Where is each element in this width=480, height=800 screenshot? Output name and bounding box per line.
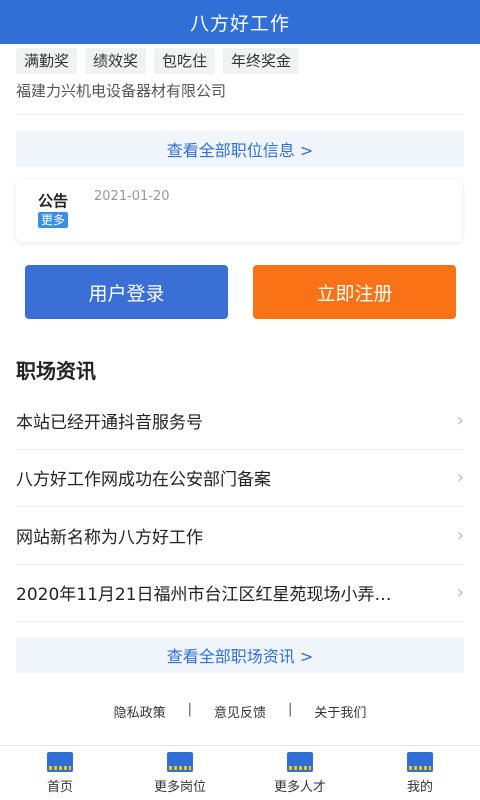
section-title-news: 职场资讯	[16, 359, 96, 383]
chevron-right-icon: ›	[456, 582, 464, 604]
news-item-title: 2020年11月21日福州市台江区红星苑现场小弄…	[16, 585, 392, 606]
page-title: 八方好工作	[189, 12, 290, 35]
chevron-right-icon: ›	[456, 467, 464, 489]
nav-label: 更多岗位	[153, 779, 206, 795]
news-item-title: 八方好工作网成功在公安部门备案	[16, 470, 271, 491]
notice-more-badge[interactable]: 更多	[38, 212, 69, 228]
news-list-item[interactable]: 本站已经开通抖音服务号 ›	[16, 392, 464, 450]
news-item-title: 网站新名称为八方好工作	[16, 527, 203, 548]
bottom-nav: 首页 更多岗位 更多人才 我的	[0, 745, 480, 800]
notice-label: 公告	[38, 192, 69, 210]
app-logo-icon	[167, 751, 193, 772]
news-item-title: 本站已经开通抖音服务号	[16, 412, 203, 433]
nav-item-home[interactable]: 首页	[10, 751, 110, 795]
app-logo-icon	[407, 751, 433, 772]
benefit-tag: 绩效奖	[85, 48, 147, 74]
view-all-news-button[interactable]: 查看全部职场资讯 >	[16, 637, 464, 673]
login-button[interactable]: 用户登录	[25, 265, 228, 319]
notice-card[interactable]: 公告 更多 2021-01-20	[16, 180, 462, 242]
app-logo-icon	[47, 751, 73, 772]
nav-label: 我的	[406, 779, 433, 795]
footer-separator: |	[288, 702, 293, 717]
app-header: 八方好工作	[0, 0, 480, 44]
footer-links: 隐私政策 | 意见反馈 | 关于我们	[0, 702, 480, 721]
divider	[16, 114, 464, 115]
chevron-right-icon: ›	[456, 409, 464, 431]
benefit-tag: 满勤奖	[16, 48, 78, 74]
nav-item-more-talents[interactable]: 更多人才	[250, 751, 350, 795]
nav-item-more-jobs[interactable]: 更多岗位	[130, 751, 230, 795]
footer-separator: |	[187, 702, 192, 717]
view-all-jobs-button[interactable]: 查看全部职位信息 >	[16, 131, 464, 167]
chevron-right-icon: ›	[456, 524, 464, 546]
notice-date: 2021-01-20	[94, 189, 170, 204]
news-list-item[interactable]: 网站新名称为八方好工作 ›	[16, 507, 464, 565]
news-list-item[interactable]: 八方好工作网成功在公安部门备案 ›	[16, 450, 464, 507]
nav-label: 首页	[46, 779, 73, 795]
benefit-tag: 年终奖金	[223, 48, 300, 74]
news-list-item[interactable]: 2020年11月21日福州市台江区红星苑现场小弄… ›	[16, 565, 464, 622]
news-list: 本站已经开通抖音服务号 › 八方好工作网成功在公安部门备案 › 网站新名称为八方…	[16, 392, 464, 622]
feedback-link[interactable]: 意见反馈	[214, 702, 266, 721]
nav-item-mine[interactable]: 我的	[370, 751, 470, 795]
about-us-link[interactable]: 关于我们	[314, 702, 366, 721]
register-button[interactable]: 立即注册	[253, 265, 456, 319]
job-benefit-tags: 满勤奖 绩效奖 包吃住 年终奖金	[16, 48, 300, 74]
benefit-tag: 包吃住	[154, 48, 216, 74]
company-name[interactable]: 福建力兴机电设备器材有限公司	[16, 80, 226, 101]
privacy-policy-link[interactable]: 隐私政策	[114, 702, 166, 721]
nav-label: 更多人才	[273, 779, 326, 795]
app-logo-icon	[287, 751, 313, 772]
